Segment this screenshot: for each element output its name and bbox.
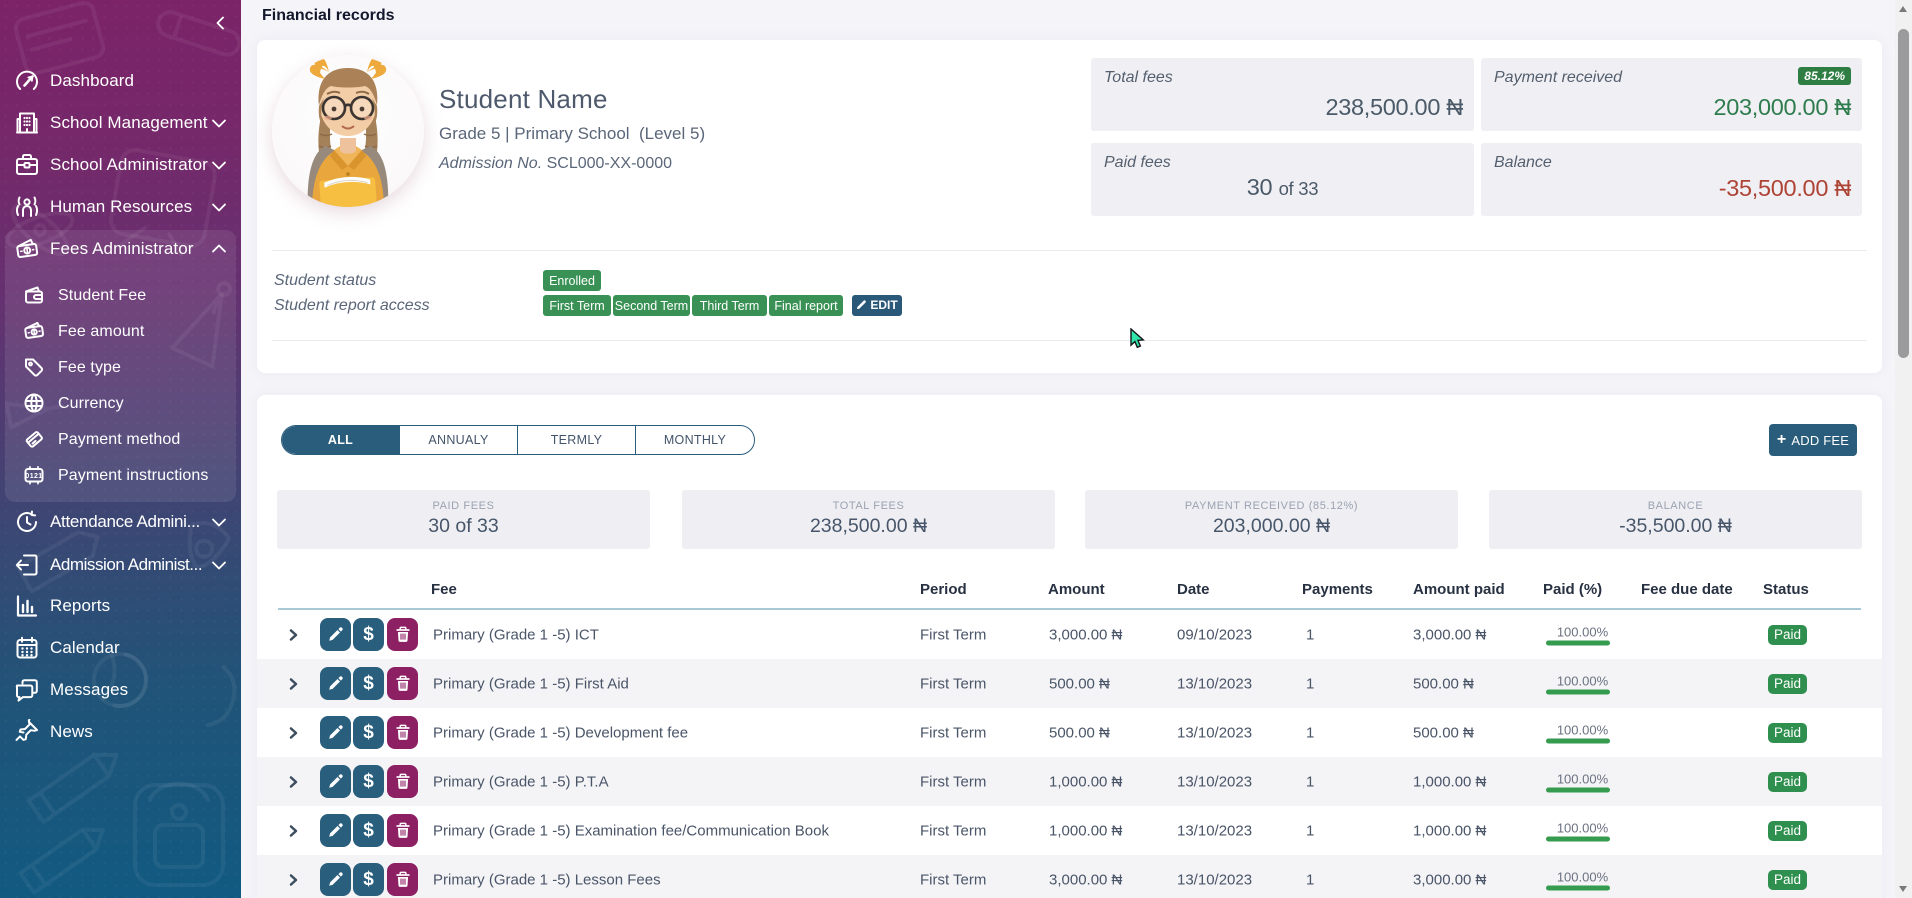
- svg-text:0121: 0121: [25, 473, 42, 480]
